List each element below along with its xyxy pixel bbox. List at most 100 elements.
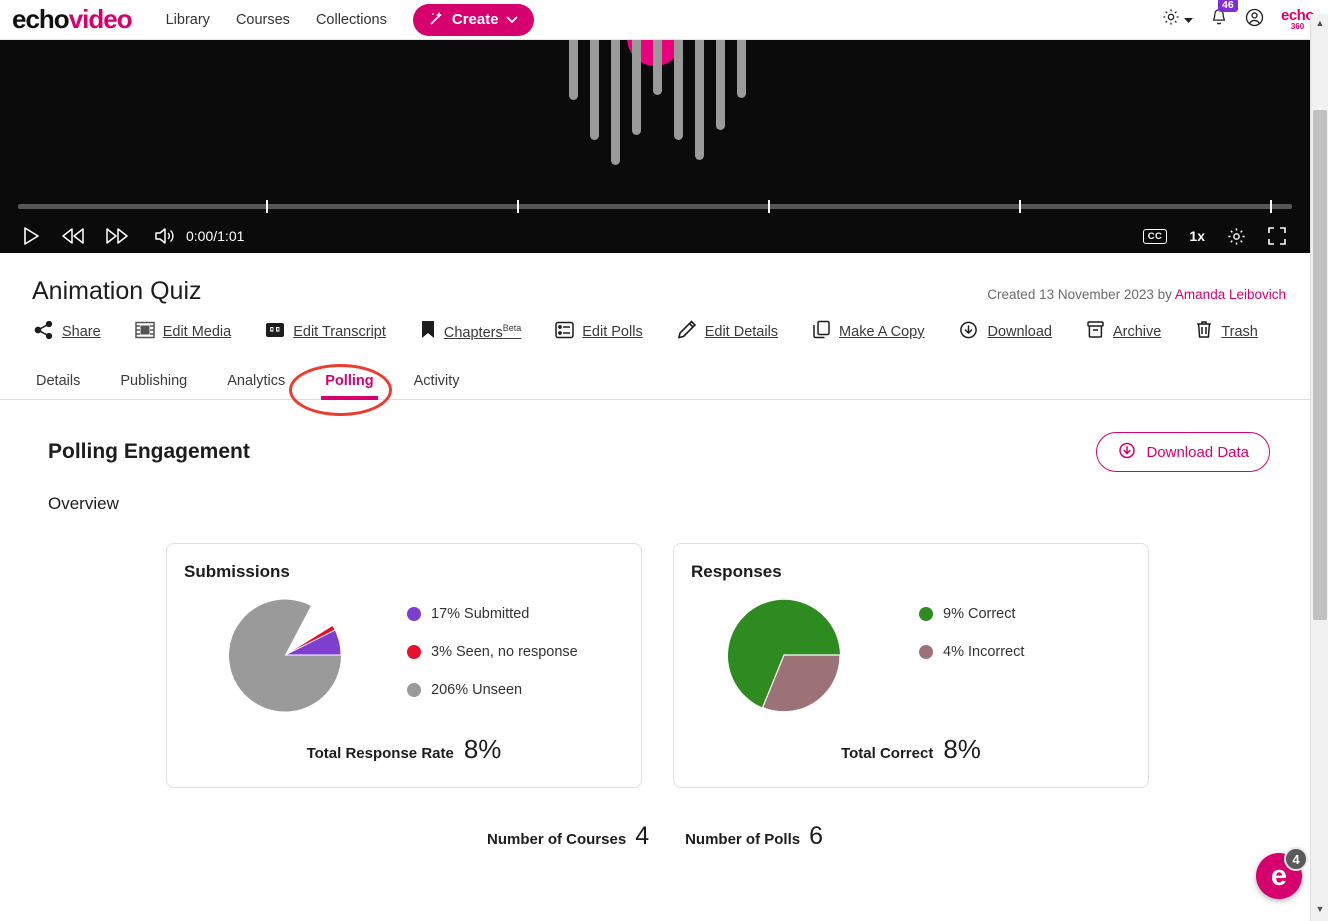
asset-detail-content: Animation Quiz Created 13 November 2023 … [0,253,1310,851]
header-actions: 46 echo 360 [1162,0,1315,32]
tab-publishing[interactable]: Publishing [120,362,187,400]
closed-captions-button[interactable]: CC [1142,228,1168,244]
nav-item-courses[interactable]: Courses [236,12,290,28]
make-a-copy-action[interactable]: Make A Copy [812,320,924,344]
rewind-button[interactable] [62,228,84,244]
pencil-icon [677,320,697,344]
tab-analytics[interactable]: Analytics [227,362,285,400]
download-action[interactable]: Download [958,321,1052,344]
asset-title-row: Animation Quiz Created 13 November 2023 … [0,253,1310,306]
chapters-action[interactable]: ChaptersBeta [420,320,521,344]
asset-action-toolbar: Share Edit Media Edit Transcript Chapter… [0,306,1310,344]
poll-marker [768,200,770,213]
echovideo-logo[interactable]: echo video [12,4,133,35]
legend-swatch-submitted [407,607,421,621]
number-of-polls-label: Number of Polls [685,831,801,848]
video-player[interactable]: 0:00/1:01 CC 1x [0,40,1310,253]
edit-transcript-action[interactable]: Edit Transcript [265,321,386,344]
stat-number-of-polls: Number of Polls 6 [685,822,823,851]
account-button[interactable] [1245,8,1264,32]
chevron-down-icon [1183,11,1193,29]
bookmark-icon [420,320,436,344]
play-button[interactable] [22,227,40,245]
archive-label: Archive [1112,324,1162,340]
edit-media-action[interactable]: Edit Media [134,321,232,344]
app-header: echo video Library Courses Collections Cr… [0,0,1328,40]
legend-label-submitted: 17% Submitted [431,606,530,622]
legend-item: 17% Submitted [407,606,578,622]
submissions-card-title: Submissions [184,562,290,581]
user-account-icon [1245,8,1264,32]
share-action[interactable]: Share [34,320,101,344]
submissions-pie-chart [227,597,343,718]
responses-legend: 9% Correct 4% Incorrect [919,606,1024,660]
playback-speed-button[interactable]: 1x [1189,228,1205,244]
poll-marker [1019,200,1021,213]
nav-item-library[interactable]: Library [166,12,210,28]
video-progress-bar[interactable] [0,200,1310,214]
copy-icon [812,320,831,344]
echo360-number: 360 [1290,22,1305,31]
notification-badge: 46 [1217,0,1238,12]
legend-swatch-unseen [407,683,421,697]
legend-label-incorrect: 4% Incorrect [943,644,1025,660]
fast-forward-button[interactable] [106,228,128,244]
overview-heading: Overview [48,494,119,513]
create-button-label: Create [451,11,499,28]
logo-echo-text: echo [12,4,70,34]
volume-button[interactable] [154,227,176,245]
number-of-courses-label: Number of Courses [486,831,627,848]
scroll-down-arrow-icon[interactable]: ▼ [1311,900,1328,917]
chevron-down-icon [505,11,518,28]
detail-tabs: Details Publishing Analytics Polling Act… [0,362,1310,416]
edit-details-action[interactable]: Edit Details [677,320,778,344]
number-of-polls-value: 6 [809,822,824,850]
nav-item-collections[interactable]: Collections [316,12,387,28]
edit-polls-action[interactable]: Edit Polls [555,321,643,344]
poll-marker [266,200,268,213]
progress-track[interactable] [18,204,1292,209]
tab-details[interactable]: Details [36,362,80,400]
page-scrollbar[interactable]: ▲ ▼ [1310,14,1328,921]
chapters-text: Chapters [443,324,503,341]
polling-section-header: Polling Engagement Download Data [0,400,1310,472]
scrollbar-thumb[interactable] [1313,110,1327,620]
legend-swatch-seen-no-response [407,645,421,659]
trash-action[interactable]: Trash [1195,320,1258,344]
film-strip-icon [134,321,155,344]
page-title: Animation Quiz [32,277,202,305]
tab-activity[interactable]: Activity [414,362,460,400]
download-data-button[interactable]: Download Data [1096,432,1270,472]
submissions-card: Submissions 17% Submitted 3% Seen, no re… [166,543,642,788]
cloud-download-icon [1117,442,1137,463]
scroll-up-arrow-icon[interactable]: ▲ [1311,14,1328,31]
responses-card: Responses 9% Correct 4% Incorrect Total … [673,543,1149,788]
fullscreen-button[interactable] [1268,227,1286,245]
gear-icon [1162,8,1180,31]
notifications-button[interactable]: 46 [1210,0,1238,32]
legend-swatch-incorrect [919,645,933,659]
edit-media-label: Edit Media [162,324,232,340]
magic-wand-icon [429,10,445,30]
total-response-rate-label: Total Response Rate [306,745,454,762]
created-prefix: Created 13 November 2023 by [987,287,1175,302]
legend-item: 9% Correct [919,606,1024,622]
download-data-label: Download Data [1146,443,1249,461]
edit-details-label: Edit Details [704,324,779,340]
created-author-link[interactable]: Amanda Leibovich [1175,287,1286,302]
legend-label-correct: 9% Correct [943,606,1016,622]
overview-cards: Submissions 17% Submitted 3% Seen, no re… [0,514,1310,788]
polling-engagement-title: Polling Engagement [48,440,250,463]
quote-icon [265,321,285,344]
make-a-copy-label: Make A Copy [839,324,925,340]
total-correct-value: 8% [943,734,981,764]
settings-menu-button[interactable] [1162,8,1193,31]
create-button[interactable]: Create [412,3,534,36]
legend-item: 4% Incorrect [919,644,1024,660]
created-info: Created 13 November 2023 by Amanda Leibo… [987,287,1286,302]
poll-marker [1270,200,1272,213]
total-correct-label: Total Correct [841,745,934,762]
archive-action[interactable]: Archive [1086,320,1161,344]
tab-polling[interactable]: Polling [321,362,378,400]
player-settings-button[interactable] [1227,227,1246,246]
